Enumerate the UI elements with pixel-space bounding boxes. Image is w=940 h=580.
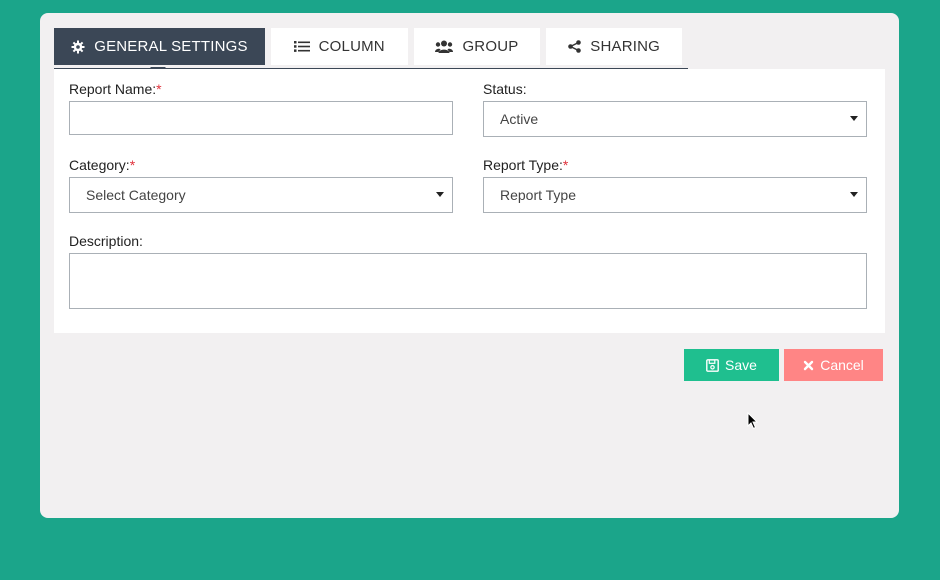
description-textarea[interactable]: [69, 253, 867, 309]
caret-down-icon: [850, 116, 858, 121]
gear-icon: [71, 40, 85, 54]
tab-sharing[interactable]: SHARING: [546, 28, 682, 65]
label-text: Report Type:: [483, 157, 563, 173]
status-value: Active: [500, 111, 539, 127]
report-type-select[interactable]: Report Type: [483, 177, 867, 213]
save-button[interactable]: Save: [684, 349, 779, 381]
tab-label: SHARING: [590, 38, 661, 55]
tab-group[interactable]: GROUP: [413, 28, 541, 65]
caret-down-icon: [436, 192, 444, 197]
close-icon: [803, 360, 814, 371]
share-icon: [568, 40, 582, 53]
tab-general-settings[interactable]: GENERAL SETTINGS: [54, 28, 265, 75]
label-text: Category:: [69, 157, 130, 173]
category-value: Select Category: [86, 187, 186, 203]
report-name-label: Report Name:*: [69, 81, 162, 97]
mouse-pointer-icon: [747, 411, 759, 435]
description-label: Description:: [69, 233, 143, 249]
general-settings-form: Report Name:* Status: Active Category:* …: [54, 69, 885, 333]
tab-label: GENERAL SETTINGS: [94, 38, 248, 55]
report-settings-panel: GENERAL SETTINGS COLUMN GROUP SHARING Re…: [40, 13, 899, 518]
tab-bar: GENERAL SETTINGS COLUMN GROUP SHARING: [54, 28, 688, 75]
category-select[interactable]: Select Category: [69, 177, 453, 213]
status-label: Status:: [483, 81, 527, 97]
tab-label: COLUMN: [318, 38, 385, 55]
caret-down-icon: [850, 192, 858, 197]
tab-label: GROUP: [462, 38, 519, 55]
required-mark: *: [156, 81, 162, 97]
save-label: Save: [725, 357, 757, 373]
users-icon: [435, 40, 454, 53]
cancel-button[interactable]: Cancel: [784, 349, 883, 381]
cancel-label: Cancel: [820, 357, 864, 373]
category-label: Category:*: [69, 157, 135, 173]
label-text: Report Name:: [69, 81, 157, 97]
report-type-value: Report Type: [500, 187, 577, 203]
required-mark: *: [562, 157, 569, 173]
status-select[interactable]: Active: [483, 101, 867, 137]
required-mark: *: [129, 157, 136, 173]
list-icon: [293, 40, 310, 53]
report-type-label: Report Type:*: [483, 157, 568, 173]
floppy-disk-icon: [706, 358, 719, 372]
report-name-input[interactable]: [69, 101, 453, 135]
tab-column[interactable]: COLUMN: [270, 28, 408, 65]
